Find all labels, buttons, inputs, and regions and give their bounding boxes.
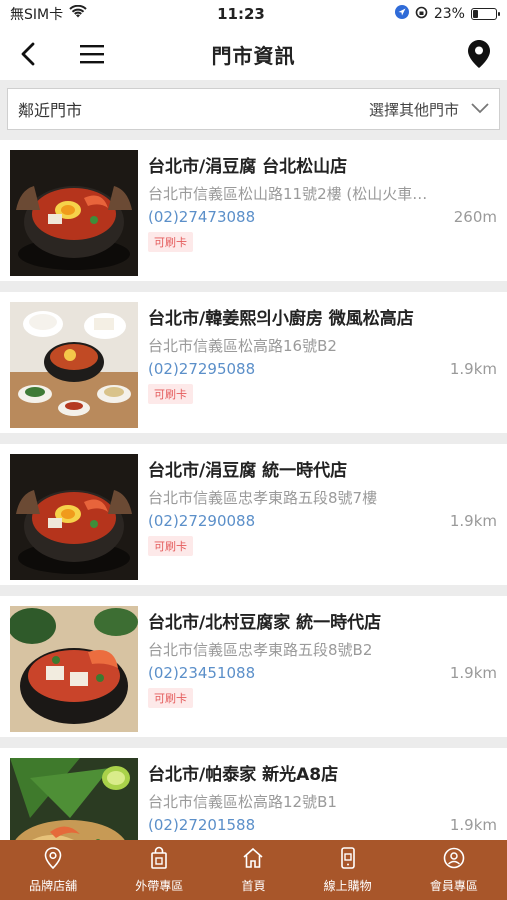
bottom-tab-bar: 品牌店舖 外帶專區 首頁 線上購物 會員專區 <box>0 840 507 900</box>
store-card[interactable]: 台北市/涓豆腐 統一時代店台北市信義區忠孝東路五段8號7樓 (02)2729008… <box>0 444 507 585</box>
store-phone-link[interactable]: (02)27290088 <box>148 512 255 530</box>
store-photo <box>10 606 138 732</box>
store-phone-link[interactable]: (02)23451088 <box>148 664 255 682</box>
store-photo <box>10 302 138 428</box>
back-icon[interactable] <box>14 40 42 68</box>
orientation-lock-icon <box>415 6 428 23</box>
battery-level <box>472 10 479 18</box>
chevron-down-icon <box>471 100 489 118</box>
store-name: 台北市/涓豆腐 統一時代店 <box>148 461 348 481</box>
takeout-bag-icon <box>147 846 171 873</box>
status-bar: 無SIM卡 11:23 23% <box>0 0 507 28</box>
store-distance: 1.9km <box>449 664 497 682</box>
carrier-label: 無SIM卡 <box>10 7 64 23</box>
tab-home[interactable]: 首頁 <box>241 846 265 894</box>
store-info: 台北市/北村豆腐家 統一時代店 台北市信義區忠孝東路五段8號B2 (02)23451… <box>138 606 497 737</box>
store-phone-link[interactable]: (02)27295088 <box>148 360 255 378</box>
tab-label: 線上購物 <box>323 879 372 893</box>
store-address: 台北市信義區忠孝東路五段8號7樓 <box>148 489 378 507</box>
home-icon <box>241 846 265 873</box>
location-arrow-icon <box>394 5 409 23</box>
tab-label: 外帶專區 <box>135 879 184 893</box>
store-photo <box>10 454 138 580</box>
store-card[interactable]: 台北市/北村豆腐家 統一時代店 台北市信義區忠孝東路五段8號B2 (02)23451… <box>0 596 507 737</box>
nav-bar: 門市資訊 <box>0 28 507 80</box>
store-list: 台北市/涓豆腐 台北松山店台北市信義區松山路11號2樓 (松山火車… (02)27… <box>0 140 507 840</box>
nearby-stores-label: 鄰近門市 <box>18 101 83 120</box>
clock: 11:23 <box>217 5 265 23</box>
map-pin-icon[interactable] <box>465 40 493 68</box>
store-info: 台北市/涓豆腐 統一時代店台北市信義區忠孝東路五段8號7樓 (02)2729008… <box>138 454 497 585</box>
battery-icon <box>470 8 500 20</box>
menu-icon[interactable] <box>78 40 106 68</box>
battery-percent: 23% <box>433 6 465 22</box>
credit-card-badge: 可刷卡 <box>148 536 193 556</box>
tab-label: 會員專區 <box>429 879 478 893</box>
tab-label: 首頁 <box>241 879 266 893</box>
store-name: 台北市/涓豆腐 台北松山店 <box>148 157 348 177</box>
store-address: 台北市信義區忠孝東路五段8號B2 <box>148 641 373 659</box>
store-card[interactable]: 台北市/帕泰家 新光A8店 台北市信義區松高路12號B1 (02)27201588 1… <box>0 748 507 840</box>
store-info: 台北市/韓姜熙의小廚房 微風松高店 台北市信義區松高路16號B2 (02)27295… <box>138 302 497 433</box>
store-photo <box>10 758 138 840</box>
mobile-shop-icon <box>336 846 360 873</box>
store-name: 台北市/北村豆腐家 統一時代店 <box>148 613 382 633</box>
member-icon <box>442 846 466 873</box>
tab-takeout-bag[interactable]: 外帶專區 <box>135 846 183 894</box>
store-distance: 1.9km <box>449 816 497 834</box>
credit-card-badge: 可刷卡 <box>148 384 193 404</box>
store-info: 台北市/涓豆腐 台北松山店台北市信義區松山路11號2樓 (松山火車… (02)27… <box>138 150 497 281</box>
store-distance: 260m <box>453 208 497 226</box>
store-card[interactable]: 台北市/韓姜熙의小廚房 微風松高店 台北市信義區松高路16號B2 (02)27295… <box>0 292 507 433</box>
store-select-label: 選擇其他門市 <box>368 100 459 119</box>
store-filter-bar[interactable]: 鄰近門市 選擇其他門市 <box>7 88 500 130</box>
credit-card-badge: 可刷卡 <box>148 688 193 708</box>
store-select-dropdown[interactable]: 選擇其他門市 <box>369 99 489 120</box>
credit-card-badge: 可刷卡 <box>148 232 193 252</box>
store-distance: 1.9km <box>449 512 497 530</box>
store-photo <box>10 150 138 276</box>
store-phone-link[interactable]: (02)27473088 <box>148 208 255 226</box>
store-address: 台北市信義區松高路16號B2 <box>148 337 337 355</box>
tab-location-pin[interactable]: 品牌店舖 <box>29 846 77 894</box>
location-pin-icon <box>41 846 65 873</box>
store-info: 台北市/帕泰家 新光A8店 台北市信義區松高路12號B1 (02)27201588 1… <box>138 758 497 840</box>
tab-mobile-shop[interactable]: 線上購物 <box>324 846 372 894</box>
store-phone-link[interactable]: (02)27201588 <box>148 816 255 834</box>
store-name: 台北市/韓姜熙의小廚房 微風松高店 <box>148 309 414 329</box>
page-title: 門市資訊 <box>211 43 296 68</box>
wifi-icon <box>69 4 87 23</box>
tab-member[interactable]: 會員專區 <box>430 846 478 894</box>
tab-label: 品牌店舖 <box>29 879 78 893</box>
store-address: 台北市信義區松高路12號B1 <box>148 793 337 811</box>
store-card[interactable]: 台北市/涓豆腐 台北松山店台北市信義區松山路11號2樓 (松山火車… (02)27… <box>0 140 507 281</box>
store-address: 台北市信義區松山路11號2樓 (松山火車… <box>148 185 428 203</box>
store-distance: 1.9km <box>449 360 497 378</box>
store-name: 台北市/帕泰家 新光A8店 <box>148 765 339 785</box>
